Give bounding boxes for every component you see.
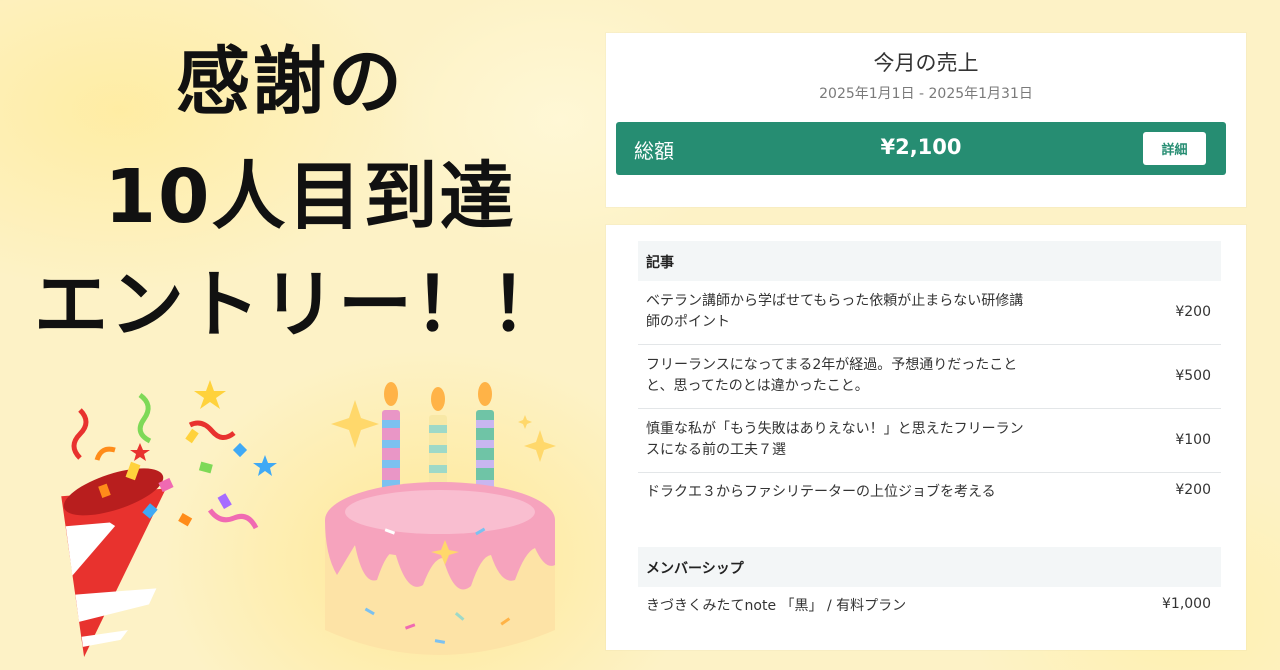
- headline-line-1: 感謝の: [176, 39, 404, 125]
- item-price: ¥1,000: [1162, 596, 1211, 612]
- item-price: ¥200: [1175, 304, 1211, 320]
- item-title: ドラクエ３からファシリテーターの上位ジョブを考える: [646, 484, 996, 500]
- articles-heading: 記事: [646, 255, 674, 271]
- party-popper-icon: [61, 380, 277, 658]
- item-title: フリーランスになってまる2年が経過。予想通りだったことと、思ってたのとは違かった…: [646, 357, 1018, 394]
- item-title: ベテラン講師から学ばせてもらった依頼が止まらない研修講師のポイント: [646, 293, 1024, 330]
- item-price: ¥200: [1175, 482, 1211, 498]
- sales-period: 2025年1月1日 - 2025年1月31日: [819, 86, 1033, 102]
- total-value: ¥2,100: [880, 135, 962, 159]
- membership-section-header: メンバーシップ: [638, 547, 1221, 587]
- membership-heading: メンバーシップ: [646, 561, 744, 577]
- list-item[interactable]: きづきくみたてnote 「黒」 / 有料プラン ¥1,000: [638, 587, 1221, 627]
- headline-line-2: 10人目到達: [104, 154, 516, 240]
- sales-breakdown-card: 記事 ベテラン講師から学ばせてもらった依頼が止まらない研修講師のポイント ¥20…: [606, 225, 1246, 650]
- total-bar: 総額 ¥2,100 詳細: [616, 122, 1226, 175]
- item-price: ¥500: [1175, 368, 1211, 384]
- item-price: ¥100: [1175, 432, 1211, 448]
- detail-button[interactable]: 詳細: [1143, 132, 1206, 165]
- item-title: きづきくみたてnote 「黒」 / 有料プラン: [646, 598, 907, 614]
- list-item[interactable]: ベテラン講師から学ばせてもらった依頼が止まらない研修講師のポイント ¥200: [638, 281, 1221, 345]
- monthly-sales-card: 今月の売上 2025年1月1日 - 2025年1月31日 総額 ¥2,100 詳…: [606, 33, 1246, 207]
- celebration-banner: 感謝の 10人目到達 エントリー！！: [0, 0, 600, 670]
- list-item[interactable]: ドラクエ３からファシリテーターの上位ジョブを考える ¥200: [638, 473, 1221, 513]
- birthday-cake-icon: [325, 382, 556, 655]
- list-item[interactable]: 慎重な私が「もう失敗はありえない！」と思えたフリーランスになる前の工夫７選 ¥1…: [638, 409, 1221, 473]
- sales-title: 今月の売上: [873, 51, 979, 75]
- headline-line-3: エントリー！！: [34, 262, 566, 348]
- list-item[interactable]: フリーランスになってまる2年が経過。予想通りだったことと、思ってたのとは違かった…: [638, 345, 1221, 409]
- item-title: 慎重な私が「もう失敗はありえない！」と思えたフリーランスになる前の工夫７選: [646, 421, 1024, 458]
- articles-section-header: 記事: [638, 241, 1221, 281]
